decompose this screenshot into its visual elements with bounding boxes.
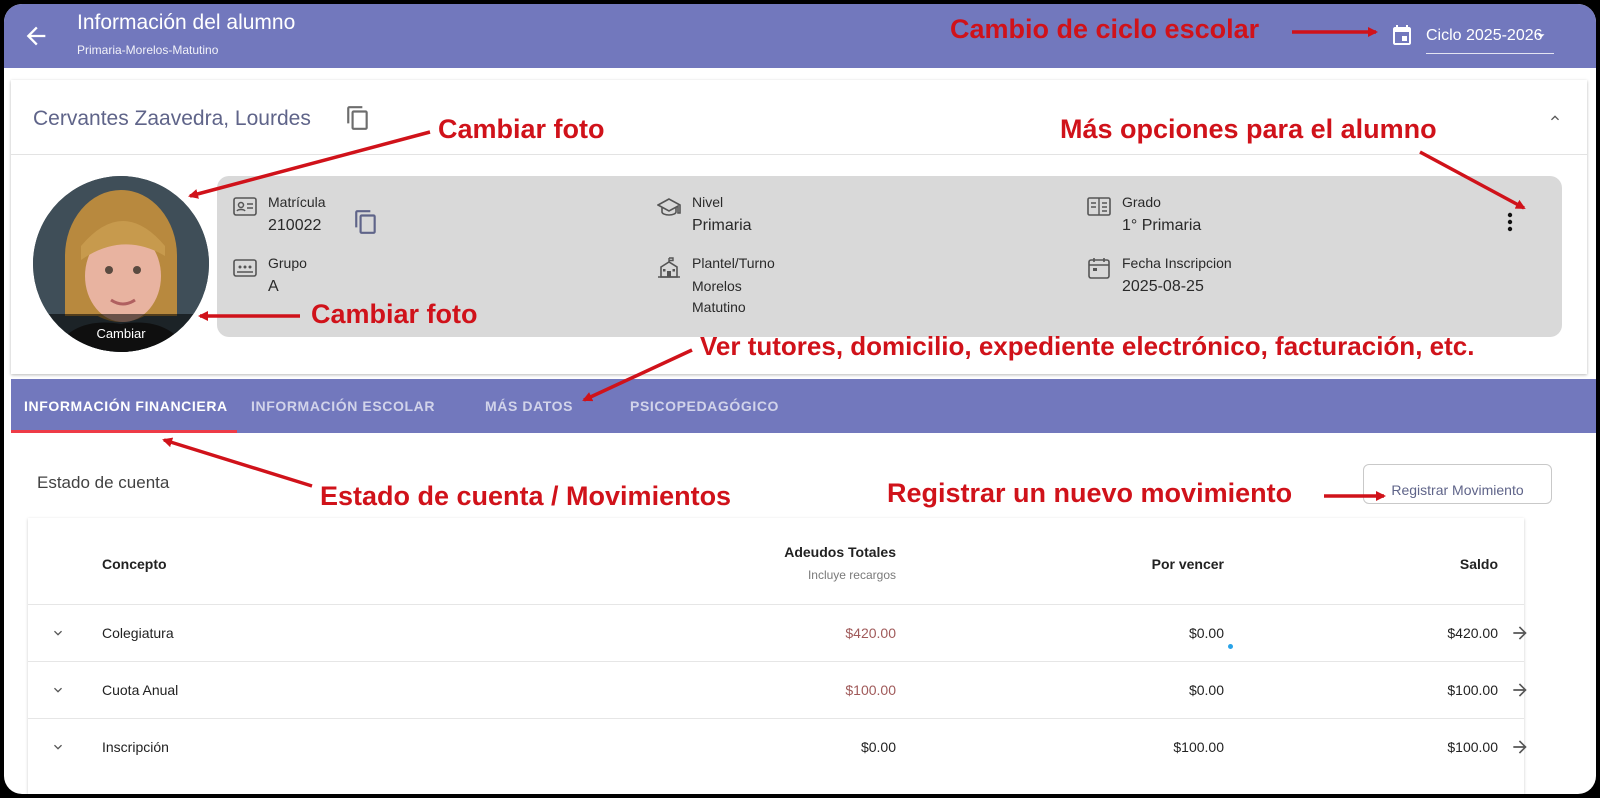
tab-informacion-escolar[interactable]: INFORMACIÓN ESCOLAR [251, 379, 435, 433]
col-adeudos: Adeudos Totales [784, 544, 896, 560]
table-row: Colegiatura $420.00 $0.00 $420.00 [28, 604, 1527, 661]
cell-adeudos: $100.00 [845, 682, 896, 698]
nivel-value: Primaria [692, 217, 752, 234]
table-row: Cuota Anual $100.00 $0.00 $100.00 [28, 661, 1527, 718]
annotation-registrar: Registrar un nuevo movimiento [887, 478, 1293, 508]
page-subtitle: Primaria-Morelos-Matutino [77, 43, 219, 57]
grupo-label: Grupo [268, 255, 307, 271]
cycle-select[interactable]: Ciclo 2025-2026 [1390, 20, 1554, 54]
app-bar: Información del alumno Primaria-Morelos-… [4, 4, 1596, 68]
col-saldo: Saldo [1459, 556, 1498, 572]
table-row: Inscripción $0.00 $100.00 $100.00 [28, 718, 1527, 775]
student-photo[interactable]: Cambiar [33, 176, 209, 352]
col-adeudos-sub: Incluye recargos [807, 568, 896, 582]
chevron-down-icon[interactable] [50, 625, 66, 641]
more-vert-icon[interactable] [1502, 210, 1518, 234]
matricula-label: Matrícula [268, 194, 326, 210]
cell-por-vencer: $100.00 [1173, 739, 1224, 755]
tab-mas-datos[interactable]: MÁS DATOS [485, 379, 573, 433]
chevron-down-icon[interactable] [50, 682, 66, 698]
graduation-cap-icon [657, 198, 681, 216]
active-tab-indicator [11, 430, 237, 433]
annotation-cambio-ciclo: Cambio de ciclo escolar [950, 14, 1260, 44]
back-arrow-icon[interactable] [22, 22, 50, 50]
cell-concepto: Inscripción [102, 739, 169, 755]
school-building-icon [658, 257, 680, 278]
tab-bar: INFORMACIÓN FINANCIERA INFORMACIÓN ESCOL… [11, 379, 1596, 433]
account-title: Estado de cuenta [37, 473, 170, 492]
tab-psicopedagogico[interactable]: PSICOPEDAGÓGICO [630, 379, 779, 433]
card-divider [11, 154, 1587, 155]
fecha-value: 2025-08-25 [1122, 278, 1204, 295]
calendar-icon [1393, 25, 1411, 45]
cell-saldo: $100.00 [1447, 739, 1498, 755]
group-icon [233, 259, 257, 277]
plantel-label: Plantel/Turno [692, 255, 775, 271]
fecha-label: Fecha Inscripcion [1122, 255, 1232, 271]
annotation-cambiar-foto-top: Cambiar foto [438, 114, 605, 144]
cell-concepto: Cuota Anual [102, 682, 179, 698]
copy-icon[interactable] [345, 104, 371, 132]
grupo-value: A [268, 278, 279, 295]
change-photo-label[interactable]: Cambiar [33, 314, 209, 352]
cell-adeudos: $420.00 [845, 625, 896, 641]
annotation-estado-cuenta: Estado de cuenta / Movimientos [320, 481, 732, 511]
id-card-icon [233, 197, 257, 216]
cell-concepto: Colegiatura [102, 625, 174, 641]
register-movement-button[interactable]: Registrar Movimiento [1363, 464, 1552, 504]
cell-por-vencer: $0.00 [1188, 625, 1224, 641]
plantel-value: Morelos [692, 278, 742, 294]
caret-down-icon [1537, 34, 1545, 38]
grade-icon [1087, 197, 1111, 216]
calendar-icon [1088, 258, 1110, 279]
grado-value: 1° Primaria [1122, 217, 1202, 234]
cycle-value: Ciclo 2025-2026 [1426, 27, 1543, 44]
turno-value: Matutino [692, 299, 746, 315]
chevron-down-icon[interactable] [50, 739, 66, 755]
nivel-label: Nivel [692, 194, 724, 210]
arrow-right-icon[interactable] [1510, 680, 1530, 700]
grado-label: Grado [1122, 194, 1161, 210]
col-concepto: Concepto [102, 556, 167, 572]
arrow-right-icon[interactable] [1510, 737, 1530, 757]
annotation-ver-tutores: Ver tutores, domicilio, expediente elect… [700, 331, 1475, 361]
annotation-mas-opciones: Más opciones para el alumno [1060, 114, 1437, 144]
page-title: Información del alumno [77, 11, 296, 34]
cursor-dot [1228, 644, 1233, 649]
cell-saldo: $100.00 [1447, 682, 1498, 698]
cell-por-vencer: $0.00 [1188, 682, 1224, 698]
annotation-cambiar-foto-bottom: Cambiar foto [311, 299, 478, 329]
student-name: Cervantes Zaavedra, Lourdes [33, 107, 311, 130]
copy-icon[interactable] [353, 208, 379, 236]
account-table: Concepto Adeudos Totales Incluye recargo… [28, 518, 1527, 794]
col-por-vencer: Por vencer [1151, 556, 1224, 572]
tab-informacion-financiera[interactable]: INFORMACIÓN FINANCIERA [24, 379, 228, 433]
cell-saldo: $420.00 [1447, 625, 1498, 641]
cycle-underline [1426, 53, 1554, 54]
arrow-right-icon[interactable] [1510, 623, 1530, 643]
matricula-value: 210022 [268, 217, 322, 234]
cell-adeudos: $0.00 [860, 739, 896, 755]
chevron-up-icon[interactable] [1547, 110, 1563, 126]
